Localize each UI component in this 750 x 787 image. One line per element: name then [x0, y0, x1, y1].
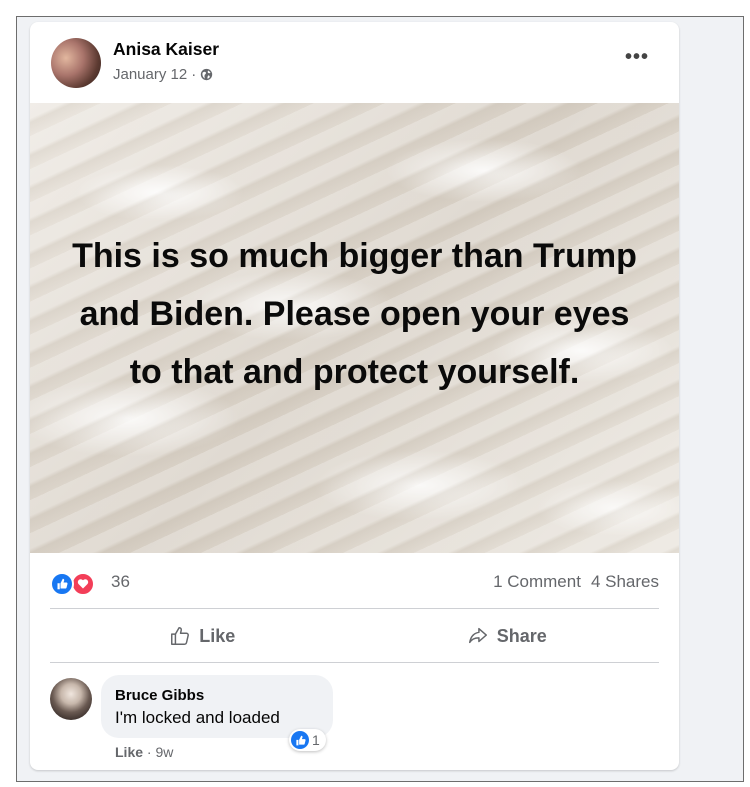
- share-arrow-icon: [468, 627, 487, 644]
- post-image-text: This is so much bigger than Trump and Bi…: [72, 237, 637, 391]
- globe-icon: [201, 68, 213, 81]
- comment-reaction-badge[interactable]: 1: [289, 729, 326, 751]
- more-options-button[interactable]: •••: [625, 46, 649, 69]
- comment-separator: ·: [146, 744, 152, 760]
- like-button[interactable]: Like: [50, 618, 355, 654]
- post-image[interactable]: This is so much bigger than Trump and Bi…: [30, 103, 679, 553]
- share-label: Share: [496, 625, 547, 646]
- post-actions: Like Share: [50, 618, 659, 654]
- commenter-name[interactable]: Bruce Gibbs: [115, 687, 204, 704]
- divider: [50, 608, 659, 609]
- comment-like-button[interactable]: Like: [115, 744, 143, 760]
- post-card: Anisa Kaiser January 12 · ••• This is so…: [30, 22, 679, 770]
- thumbs-up-icon: [171, 627, 190, 645]
- reaction-icons[interactable]: [50, 570, 100, 596]
- share-count-link[interactable]: 4 Shares: [591, 572, 659, 591]
- comment-count-link[interactable]: 1 Comment: [493, 572, 581, 591]
- comment-text: I'm locked and loaded: [115, 708, 280, 727]
- like-reaction-icon: [50, 572, 74, 596]
- love-reaction-icon: [71, 572, 95, 596]
- comment-reaction-count: 1: [312, 732, 320, 748]
- author-avatar[interactable]: [51, 38, 101, 88]
- reaction-count[interactable]: 36: [111, 572, 130, 592]
- share-button[interactable]: Share: [355, 618, 660, 654]
- post-date[interactable]: January 12: [113, 66, 187, 83]
- post-meta: January 12 ·: [113, 66, 213, 83]
- commenter-avatar[interactable]: [50, 678, 92, 720]
- reactions-summary: 36 1 Comment 4 Shares: [50, 568, 659, 596]
- comment-actions: Like · 9w: [115, 744, 173, 760]
- like-reaction-icon: [291, 731, 309, 749]
- author-name[interactable]: Anisa Kaiser: [113, 39, 219, 60]
- post-stats: 1 Comment 4 Shares: [493, 572, 659, 592]
- divider: [50, 662, 659, 663]
- comment-time[interactable]: 9w: [155, 744, 173, 760]
- meta-separator: ·: [191, 66, 197, 83]
- like-label: Like: [199, 625, 236, 646]
